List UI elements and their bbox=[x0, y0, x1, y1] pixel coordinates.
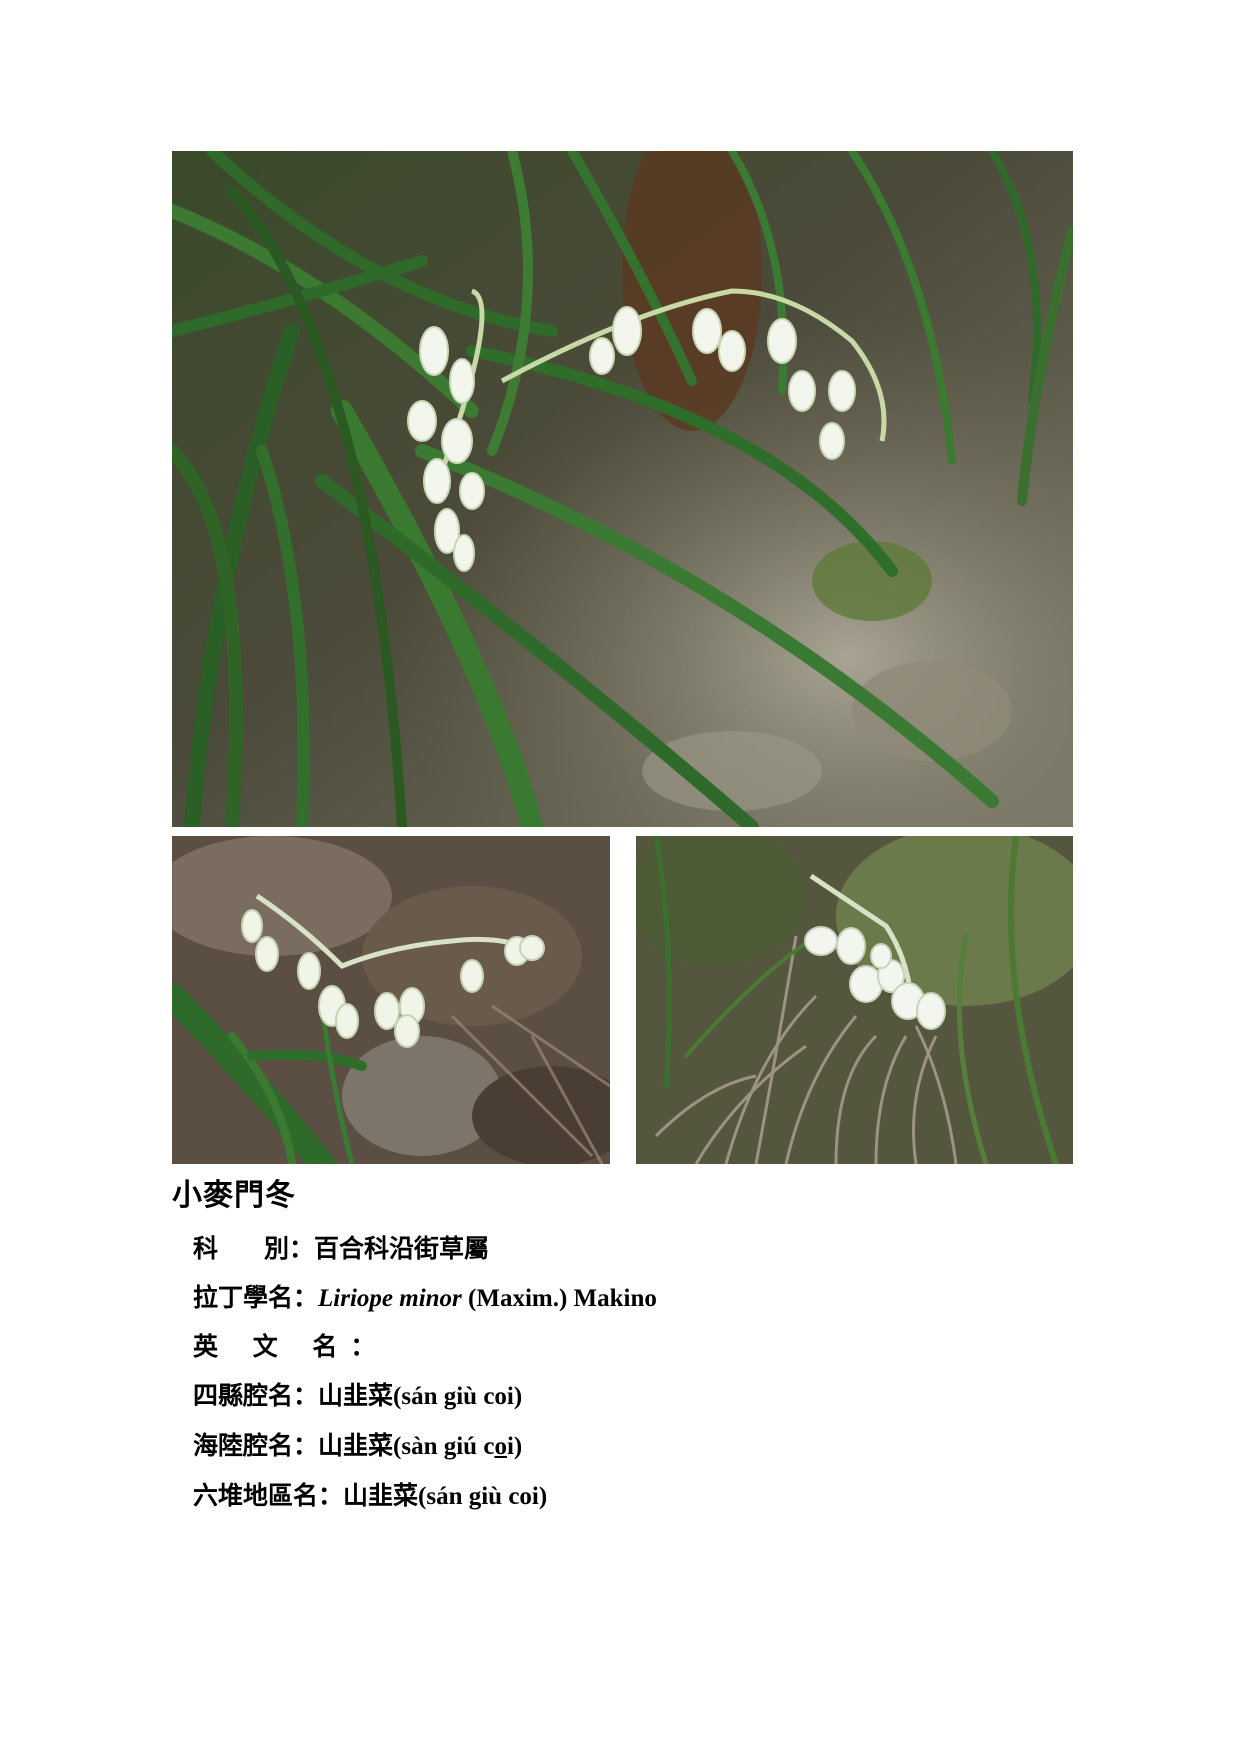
hailu-romanization-post: i) bbox=[506, 1433, 523, 1460]
sixian-romanization: (sán giù coi) bbox=[393, 1383, 523, 1410]
liudui-romanization: (sán giù coi) bbox=[418, 1483, 548, 1510]
liudui-row: 六堆地區名：山韭菜(sán giù coi) bbox=[193, 1476, 547, 1512]
liudui-cjk: 山韭菜 bbox=[343, 1481, 419, 1510]
latin-row: 拉丁學名：Liriope minor (Maxim.) Makino bbox=[193, 1278, 657, 1314]
liudui-label: 六堆地區名： bbox=[193, 1481, 344, 1510]
hailu-romanization-pre: (sàn giú c bbox=[393, 1433, 495, 1460]
hailu-romanization-underlined: o bbox=[494, 1433, 507, 1460]
latin-binomial: Liriope minor bbox=[318, 1285, 462, 1312]
family-label-b: 別： bbox=[264, 1234, 315, 1263]
english-label: 英 文 名： bbox=[193, 1332, 389, 1361]
hailu-row: 海陸腔名：山韭菜(sàn giú coi) bbox=[193, 1426, 522, 1462]
right-photo bbox=[636, 836, 1073, 1164]
main-photo bbox=[172, 151, 1073, 827]
family-row: 科別：百合科沿街草屬 bbox=[193, 1229, 489, 1265]
plant-title: 小麥門冬 bbox=[172, 1178, 296, 1213]
sixian-cjk: 山韭菜 bbox=[318, 1381, 394, 1410]
latin-authority: (Maxim.) Makino bbox=[468, 1285, 657, 1312]
sixian-row: 四縣腔名：山韭菜(sán giù coi) bbox=[193, 1376, 522, 1412]
left-photo bbox=[172, 836, 610, 1164]
family-value: 百合科沿街草屬 bbox=[314, 1234, 490, 1263]
hailu-cjk: 山韭菜 bbox=[318, 1431, 394, 1460]
english-row: 英 文 名： bbox=[193, 1327, 388, 1363]
hailu-label: 海陸腔名： bbox=[193, 1431, 319, 1460]
family-label-a: 科 bbox=[193, 1234, 265, 1263]
sixian-label: 四縣腔名： bbox=[193, 1381, 319, 1410]
latin-label: 拉丁學名： bbox=[193, 1283, 319, 1312]
